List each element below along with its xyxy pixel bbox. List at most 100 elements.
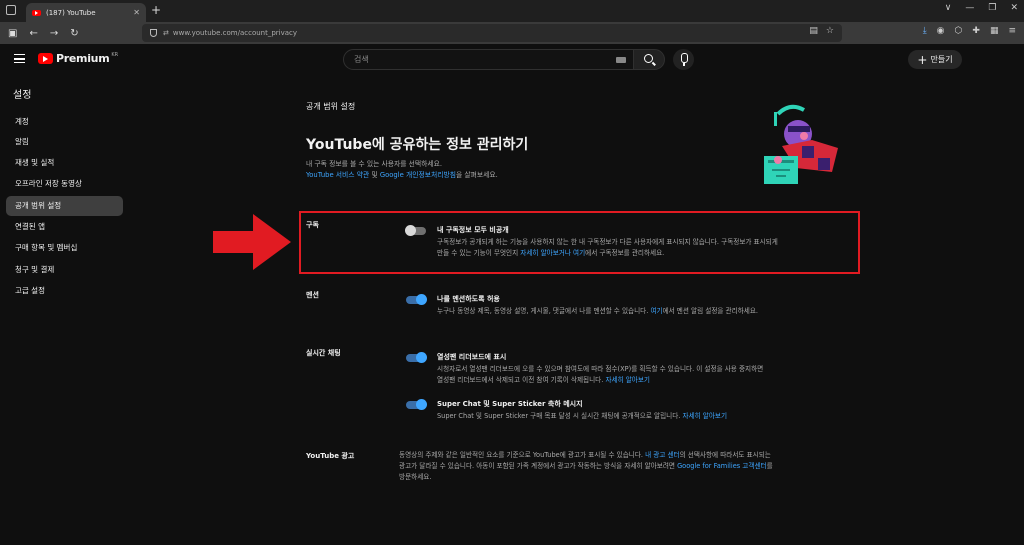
sidebar-item-privacy[interactable]: 공개 범위 설정 <box>6 196 123 216</box>
menu-icon[interactable]: ≡ <box>1008 26 1016 36</box>
mentions-here-link[interactable]: 여기 <box>650 307 662 315</box>
leaderboard-desc-line2: 열성팬 리더보드에서 삭제되고 이전 참여 기록이 삭제됩니다. 자세히 알아보… <box>437 375 857 386</box>
mentions-option-title: 나를 멘션하도록 허용 <box>437 295 500 303</box>
nav-buttons: ▣ ← → ↻ <box>8 28 79 39</box>
superchat-toggle[interactable] <box>406 399 427 410</box>
policy-text-mid: 및 <box>369 171 380 179</box>
sidebar-item-purchases[interactable]: 구매 항목 및 멤버십 <box>6 238 123 258</box>
tab-title: (187) YouTube <box>46 8 96 17</box>
forward-icon[interactable]: → <box>50 28 58 39</box>
mentions-desc-end: 에서 멘션 알림 설정을 관리하세요. <box>662 307 758 315</box>
red-arrow-annotation <box>213 214 291 270</box>
sidebar-item-playback[interactable]: 재생 및 실적 <box>6 153 123 173</box>
extension-icon[interactable]: ⬡ <box>955 26 963 36</box>
extension-icons: ⤓ ◉ ⬡ ✚ ▦ ≡ <box>923 26 1016 36</box>
my-ad-center-link[interactable]: 내 광고 센터 <box>645 451 680 459</box>
tab-close-icon[interactable]: ✕ <box>133 8 140 17</box>
hamburger-menu-icon[interactable] <box>14 54 25 63</box>
google-for-families-link[interactable]: Google for Families 고객센터 <box>677 462 767 470</box>
minimize-icon[interactable]: — <box>965 3 974 13</box>
subscriptions-option-title: 내 구독정보 모두 비공개 <box>437 226 509 234</box>
youtube-favicon-icon <box>32 9 41 16</box>
voice-search-button[interactable] <box>673 49 694 70</box>
leaderboard-option-title: 열성팬 리더보드에 표시 <box>437 353 507 361</box>
puzzle-icon[interactable]: ✚ <box>972 26 980 36</box>
sidebar-item-account[interactable]: 계정 <box>6 112 123 132</box>
search-placeholder: 검색 <box>354 55 369 64</box>
shield-icon <box>150 29 157 37</box>
subscriptions-option-desc: 구독정보가 공개되게 하는 기능을 사용하지 않는 한 내 구독정보가 다른 사… <box>437 237 857 259</box>
superchat-option-desc: Super Chat 및 Super Sticker 구매 목표 달성 시 실시… <box>437 411 857 422</box>
download-icon[interactable]: ⤓ <box>923 26 927 36</box>
create-button[interactable]: + 만들기 <box>908 50 962 69</box>
superchat-learn-more-link[interactable]: 자세히 알아보기 <box>683 412 728 420</box>
leaderboard-desc-line1: 시청자로서 열성팬 리더보드에 오를 수 있으며 참여도에 따라 점수(XP)를… <box>437 365 764 373</box>
keyboard-icon[interactable] <box>616 57 626 63</box>
tab-search-icon[interactable]: ∨ <box>945 3 952 13</box>
bookmark-star-icon[interactable]: ☆ <box>826 26 834 36</box>
toggle-knob <box>405 225 416 236</box>
sidebar-title: 설정 <box>13 90 32 101</box>
ads-desc-text-d: 를 <box>766 462 773 470</box>
subscriptions-desc-end: 에서 구독정보를 관리하세요. <box>585 249 665 257</box>
subscriptions-private-toggle[interactable] <box>405 225 426 236</box>
maximize-icon[interactable]: ❐ <box>988 3 996 13</box>
logo-text: Premium <box>56 52 110 65</box>
account-icon[interactable]: ◉ <box>937 26 945 36</box>
terms-link[interactable]: YouTube 서비스 약관 <box>306 171 369 179</box>
ads-desc-line1: 동영상의 주제와 같은 일반적인 요소를 기준으로 YouTube에 광고가 표… <box>399 450 854 461</box>
search-input[interactable]: 검색 <box>343 49 635 70</box>
subscriptions-label: 구독 <box>306 221 319 229</box>
image-ext-icon[interactable]: ▦ <box>990 26 999 36</box>
logo-region: KR <box>111 51 119 58</box>
subscriptions-desc-text: 만들 수 있는 기능이 무엇인지 <box>437 249 521 257</box>
toggle-knob <box>416 294 427 305</box>
window-controls: ∨ — ❐ ✕ <box>945 3 1018 13</box>
manage-here-link[interactable]: 여기 <box>573 249 585 257</box>
youtube-ads-label: YouTube 광고 <box>306 452 355 460</box>
superchat-desc-text: Super Chat 및 Super Sticker 구매 목표 달성 시 실시… <box>437 412 683 420</box>
sidebar-item-notifications[interactable]: 알림 <box>6 132 123 152</box>
leaderboard-desc-text: 열성팬 리더보드에서 삭제되고 이전 참여 기록이 삭제됩니다. <box>437 376 606 384</box>
create-label: 만들기 <box>930 55 953 64</box>
url-actions: ▤ ☆ <box>809 26 834 36</box>
toggle-knob <box>416 399 427 410</box>
ads-desc-line2: 광고가 달라질 수 있습니다. 아동이 포함된 가족 계정에서 광고가 작동하는… <box>399 461 854 472</box>
reload-icon[interactable]: ↻ <box>70 28 78 39</box>
sidebar-item-connected-apps[interactable]: 연결된 앱 <box>6 217 123 237</box>
policy-text-end: 을 살펴보세요. <box>455 171 498 179</box>
youtube-premium-logo[interactable]: Premium KR <box>38 52 118 65</box>
privacy-policy-link[interactable]: Google 개인정보처리방침 <box>380 171 456 179</box>
sidebar-item-downloads[interactable]: 오프라인 저장 동영상 <box>6 174 123 194</box>
search-button[interactable] <box>633 49 665 70</box>
leaderboard-toggle[interactable] <box>406 352 427 363</box>
toggle-knob <box>416 352 427 363</box>
youtube-header: Premium KR 검색 + 만들기 <box>0 44 1024 76</box>
ads-desc-text-b: 의 선택사항에 따라서도 표시되는 <box>679 451 771 459</box>
learn-more-link[interactable]: 자세히 알아보거나 <box>520 249 571 257</box>
youtube-ads-desc: 동영상의 주제와 같은 일반적인 요소를 기준으로 YouTube에 광고가 표… <box>399 450 854 483</box>
new-tab-button[interactable]: + <box>151 3 161 17</box>
leaderboard-learn-more-link[interactable]: 자세히 알아보기 <box>605 376 650 384</box>
browser-tab[interactable]: (187) YouTube ✕ <box>26 3 146 22</box>
superchat-option-title: Super Chat 및 Super Sticker 축하 메시지 <box>437 400 583 408</box>
mentions-toggle[interactable] <box>406 294 427 305</box>
tab-actions-icon[interactable] <box>6 5 16 15</box>
youtube-play-icon <box>38 53 53 64</box>
subscriptions-desc-line2: 만들 수 있는 기능이 무엇인지 자세히 알아보거나 여기에서 구독정보를 관리… <box>437 248 857 259</box>
sidebar-item-billing[interactable]: 청구 및 결제 <box>6 260 123 280</box>
address-bar-row: ▣ ← → ↻ ⇄ www.youtube.com/account_privac… <box>0 22 1024 44</box>
sidebar-item-advanced[interactable]: 고급 설정 <box>6 281 123 301</box>
close-window-icon[interactable]: ✕ <box>1010 3 1018 13</box>
privacy-illustration <box>764 104 838 184</box>
sidebar-toggle-icon[interactable]: ▣ <box>8 28 17 39</box>
reader-icon[interactable]: ▤ <box>809 26 818 36</box>
browser-tab-bar: (187) YouTube ✕ + ∨ — ❐ ✕ <box>0 0 1024 22</box>
section-label: 공개 범위 설정 <box>306 102 356 111</box>
subscriptions-desc-line1: 구독정보가 공개되게 하는 기능을 사용하지 않는 한 내 구독정보가 다른 사… <box>437 238 778 246</box>
mentions-label: 멘션 <box>306 291 319 299</box>
url-field[interactable]: ⇄ www.youtube.com/account_privacy <box>142 24 842 42</box>
mentions-option-desc: 누구나 동영상 제목, 동영상 설명, 게시물, 댓글에서 나를 멘션할 수 있… <box>437 306 857 317</box>
back-icon[interactable]: ← <box>29 28 37 39</box>
site-settings-icon[interactable]: ⇄ <box>163 29 169 37</box>
